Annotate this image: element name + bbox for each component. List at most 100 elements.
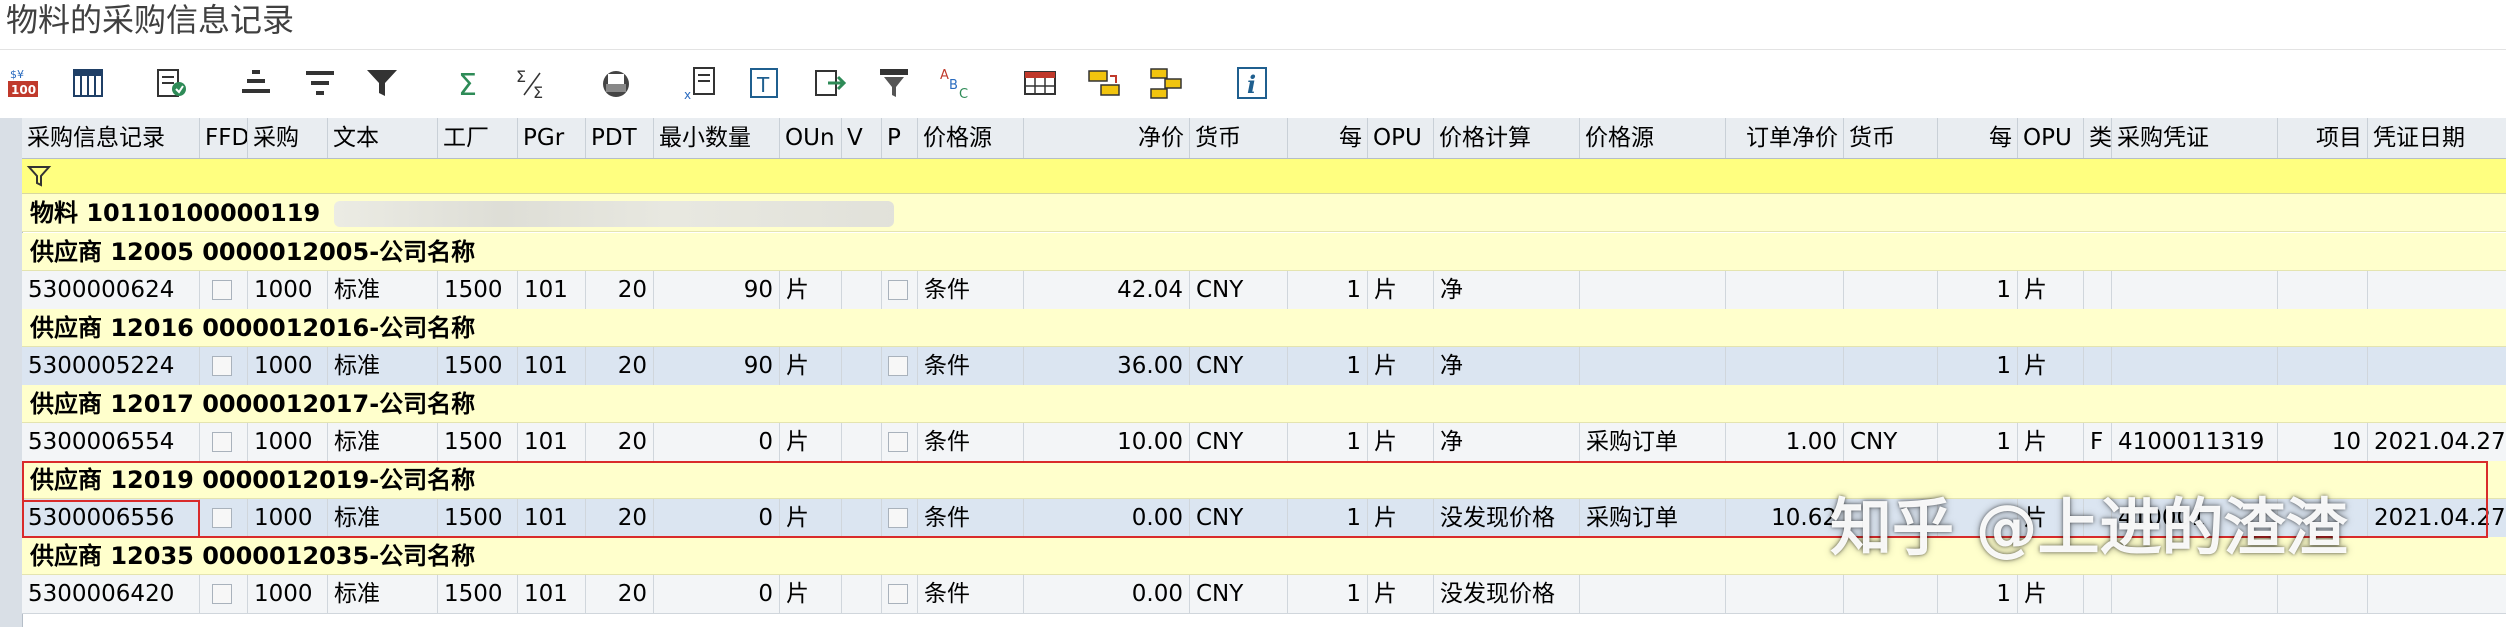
filter-icon[interactable] — [362, 63, 402, 103]
col-header[interactable]: 每 — [1288, 118, 1368, 158]
col-header[interactable]: 价格源 — [918, 118, 1024, 158]
info-icon[interactable]: i — [1232, 63, 1272, 103]
table-row[interactable]: 5300000624 1000 标准 1500 101 20 90 片 条件 4… — [22, 271, 2506, 310]
svg-text:T: T — [756, 73, 770, 97]
table-row[interactable]: 5300006420 1000 标准 1500 101 20 0 片 条件 0.… — [22, 575, 2506, 614]
col-header[interactable]: 每 — [1938, 118, 2018, 158]
col-header[interactable]: 类 — [2084, 118, 2112, 158]
cell-opu2: 片 — [2018, 423, 2084, 461]
svg-text:C: C — [959, 87, 968, 101]
col-header[interactable]: 货币 — [1190, 118, 1288, 158]
cell-doc — [2112, 347, 2278, 385]
row-selector-column[interactable] — [0, 118, 23, 627]
col-header[interactable]: 文本 — [328, 118, 438, 158]
cell-currency2 — [1844, 575, 1938, 613]
cell-p — [882, 347, 918, 385]
cell-record: 5300006556 — [22, 499, 200, 537]
layout-filter-icon[interactable] — [874, 63, 914, 103]
cell-currency2: CNY — [1844, 423, 1938, 461]
cell-pricecalc: 净 — [1434, 347, 1580, 385]
watermark: 知乎 @上进的渣渣 — [1830, 491, 2348, 564]
cell-pdt: 20 — [586, 347, 654, 385]
col-header[interactable]: 货币 — [1844, 118, 1938, 158]
col-header[interactable]: 项目 — [2278, 118, 2368, 158]
sum-icon[interactable]: Σ — [448, 63, 488, 103]
ffd-checkbox[interactable] — [212, 584, 232, 604]
cell-p — [882, 271, 918, 309]
col-header[interactable]: 价格源 — [1580, 118, 1726, 158]
svg-text:Σ: Σ — [516, 67, 526, 86]
cell-pdt: 20 — [586, 423, 654, 461]
select-columns-icon[interactable] — [68, 63, 108, 103]
sort-descending-icon[interactable] — [300, 63, 340, 103]
subtotal-icon[interactable]: ΣΣ — [512, 63, 552, 103]
cell-netprice: 36.00 — [1024, 347, 1190, 385]
col-header[interactable]: V — [842, 118, 882, 158]
cell-date — [2368, 271, 2506, 309]
details-icon[interactable] — [152, 63, 192, 103]
cell-plant: 1500 — [438, 347, 518, 385]
cell-opu2: 片 — [2018, 271, 2084, 309]
select-layout-icon[interactable] — [1084, 63, 1124, 103]
cell-doc — [2112, 271, 2278, 309]
text-icon[interactable]: T — [744, 63, 784, 103]
cell-ordernet: 1.00 — [1726, 423, 1844, 461]
print-icon[interactable] — [596, 63, 636, 103]
p-checkbox[interactable] — [888, 508, 908, 528]
col-header[interactable]: FFD — [200, 118, 248, 158]
table-view-icon[interactable] — [1020, 63, 1060, 103]
col-header[interactable]: 价格计算 — [1434, 118, 1580, 158]
abc-icon[interactable]: ABC — [936, 63, 976, 103]
export-icon[interactable]: x — [680, 63, 720, 103]
col-header[interactable]: 工厂 — [438, 118, 518, 158]
cell-item — [2278, 347, 2368, 385]
p-checkbox[interactable] — [888, 584, 908, 604]
vendor-header: 供应商 12017 0000012017-公司名称 — [22, 385, 2506, 423]
cell-pricesrc2 — [1580, 347, 1726, 385]
cell-per2: 1 — [1938, 271, 2018, 309]
cell-netprice: 0.00 — [1024, 499, 1190, 537]
col-header[interactable]: PGr — [518, 118, 586, 158]
cell-netprice: 0.00 — [1024, 575, 1190, 613]
ffd-checkbox[interactable] — [212, 508, 232, 528]
sort-ascending-icon[interactable] — [236, 63, 276, 103]
cell-type: F — [2084, 423, 2112, 461]
table-row[interactable]: 5300005224 1000 标准 1500 101 20 90 片 条件 3… — [22, 347, 2506, 386]
ffd-checkbox[interactable] — [212, 280, 232, 300]
col-header[interactable]: 凭证日期 — [2368, 118, 2506, 158]
cell-ordernet — [1726, 271, 1844, 309]
cell-item: 10 — [2278, 423, 2368, 461]
ffd-checkbox[interactable] — [212, 356, 232, 376]
cell-oun: 片 — [780, 347, 842, 385]
p-checkbox[interactable] — [888, 280, 908, 300]
send-icon[interactable] — [810, 63, 850, 103]
col-header[interactable]: 采购信息记录 — [22, 118, 200, 158]
table-row[interactable]: 5300006554 1000 标准 1500 101 20 0 片 条件 10… — [22, 423, 2506, 462]
p-checkbox[interactable] — [888, 432, 908, 452]
svg-text:B: B — [949, 78, 958, 93]
calc-100-icon[interactable]: $¥ 100 — [4, 63, 44, 103]
col-header[interactable]: 采购 — [248, 118, 328, 158]
p-checkbox[interactable] — [888, 356, 908, 376]
col-header[interactable]: P — [882, 118, 918, 158]
col-header[interactable]: 采购凭证 — [2112, 118, 2278, 158]
col-header[interactable]: PDT — [586, 118, 654, 158]
cell-pricecalc: 没发现价格 — [1434, 575, 1580, 613]
col-header[interactable]: OPU — [1368, 118, 1434, 158]
col-header[interactable]: 最小数量 — [654, 118, 780, 158]
cell-ordernet — [1726, 347, 1844, 385]
change-layout-icon[interactable] — [1146, 63, 1186, 103]
cell-oun: 片 — [780, 423, 842, 461]
col-header[interactable]: 订单净价 — [1726, 118, 1844, 158]
cell-ordernet: 10.62 — [1726, 499, 1844, 537]
cell-v — [842, 575, 882, 613]
col-header[interactable]: OPU — [2018, 118, 2084, 158]
cell-text: 标准 — [328, 423, 438, 461]
col-header[interactable]: OUn — [780, 118, 842, 158]
filter-icon[interactable] — [26, 163, 52, 189]
vendor-header: 供应商 12016 0000012016-公司名称 — [22, 309, 2506, 347]
ffd-checkbox[interactable] — [212, 432, 232, 452]
cell-pgr: 101 — [518, 499, 586, 537]
cell-ffd — [200, 575, 248, 613]
col-header[interactable]: 净价 — [1024, 118, 1190, 158]
